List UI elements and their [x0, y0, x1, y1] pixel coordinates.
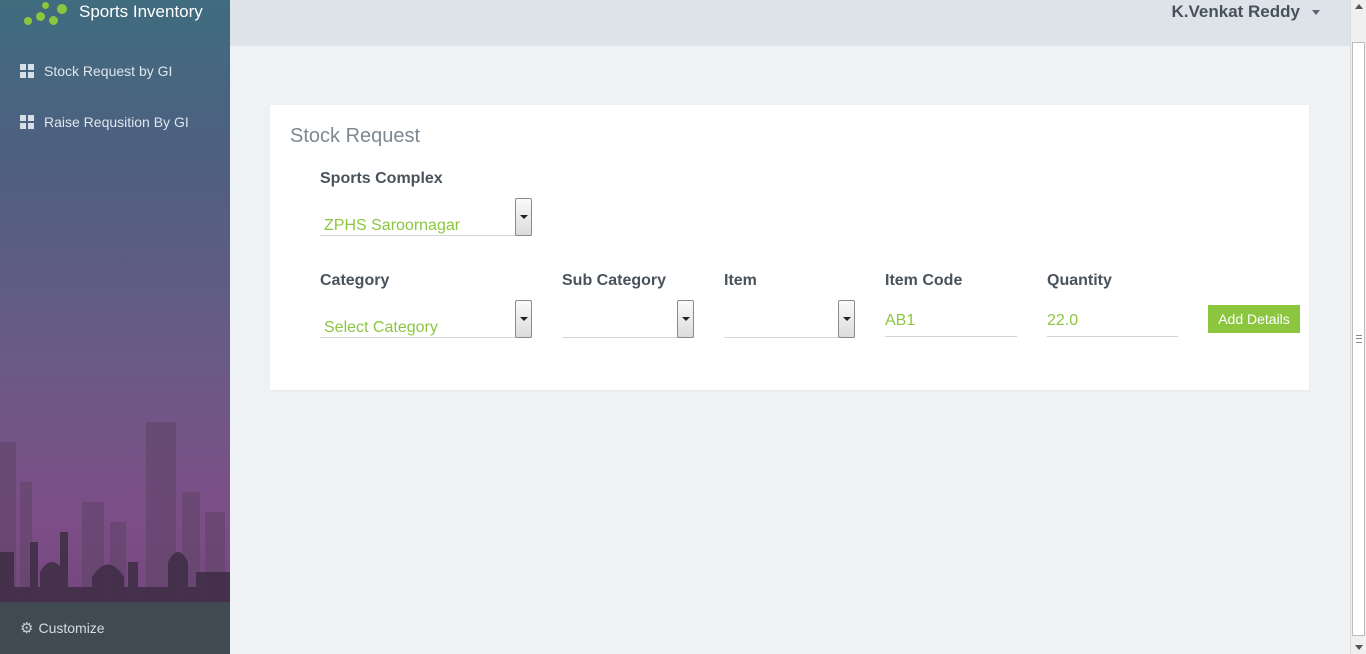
scroll-thumb[interactable]: [1352, 42, 1365, 636]
category-value: Select Category: [324, 319, 438, 336]
caret-down-icon: [1312, 9, 1320, 15]
sports-complex-select[interactable]: ZPHS Saroornagar: [320, 198, 532, 236]
customize-label: Customize: [38, 620, 105, 636]
user-menu[interactable]: K.Venkat Reddy: [1171, 2, 1320, 22]
sub-category-select[interactable]: [562, 300, 694, 338]
quantity-label: Quantity: [1047, 272, 1112, 289]
stock-request-card: Stock Request Sports Complex ZPHS Saroor…: [270, 105, 1309, 390]
scroll-up-icon[interactable]: [1355, 4, 1363, 9]
brand[interactable]: Sports Inventory: [24, 0, 203, 30]
item-code-value: AB1: [885, 312, 916, 329]
grip-icon: [1356, 335, 1362, 343]
sidebar-item-label: Raise Requsition By GI: [44, 114, 189, 130]
quantity-value: 22.0: [1047, 312, 1079, 329]
sidebar-item-raise-requisition[interactable]: Raise Requsition By GI: [20, 114, 189, 130]
item-select[interactable]: [724, 300, 855, 338]
page-title: Stock Request: [290, 125, 421, 147]
app-logo-icon: [24, 2, 72, 28]
item-label: Item: [724, 272, 757, 289]
sports-complex-value: ZPHS Saroornagar: [324, 217, 461, 234]
grid-icon: [20, 64, 34, 78]
city-skyline-illustration: [0, 422, 230, 602]
quantity-input[interactable]: 22.0: [1047, 301, 1178, 337]
dropdown-arrow-icon[interactable]: [838, 300, 855, 338]
dropdown-arrow-icon[interactable]: [515, 300, 532, 338]
user-name: K.Venkat Reddy: [1171, 2, 1301, 21]
add-details-button[interactable]: Add Details: [1208, 305, 1300, 333]
category-label: Category: [320, 272, 390, 289]
category-select[interactable]: Select Category: [320, 300, 532, 338]
top-bar: K.Venkat Reddy: [230, 0, 1350, 46]
sidebar: Sports Inventory Stock Request by GI Rai…: [0, 0, 230, 654]
dropdown-arrow-icon[interactable]: [677, 300, 694, 338]
scrollbar[interactable]: [1350, 0, 1366, 654]
app-title: Sports Inventory: [79, 2, 203, 21]
item-code-label: Item Code: [885, 272, 963, 289]
item-code-input[interactable]: AB1: [885, 301, 1017, 337]
gear-icon: ⚙: [20, 620, 34, 637]
sub-category-label: Sub Category: [562, 272, 667, 289]
dropdown-arrow-icon[interactable]: [515, 198, 532, 236]
sports-complex-label: Sports Complex: [320, 170, 443, 187]
scroll-down-icon[interactable]: [1355, 645, 1363, 650]
customize-button[interactable]: ⚙ Customize: [0, 602, 230, 654]
sidebar-item-label: Stock Request by GI: [44, 63, 173, 79]
sidebar-item-stock-request[interactable]: Stock Request by GI: [20, 63, 172, 79]
grid-icon: [20, 115, 34, 129]
